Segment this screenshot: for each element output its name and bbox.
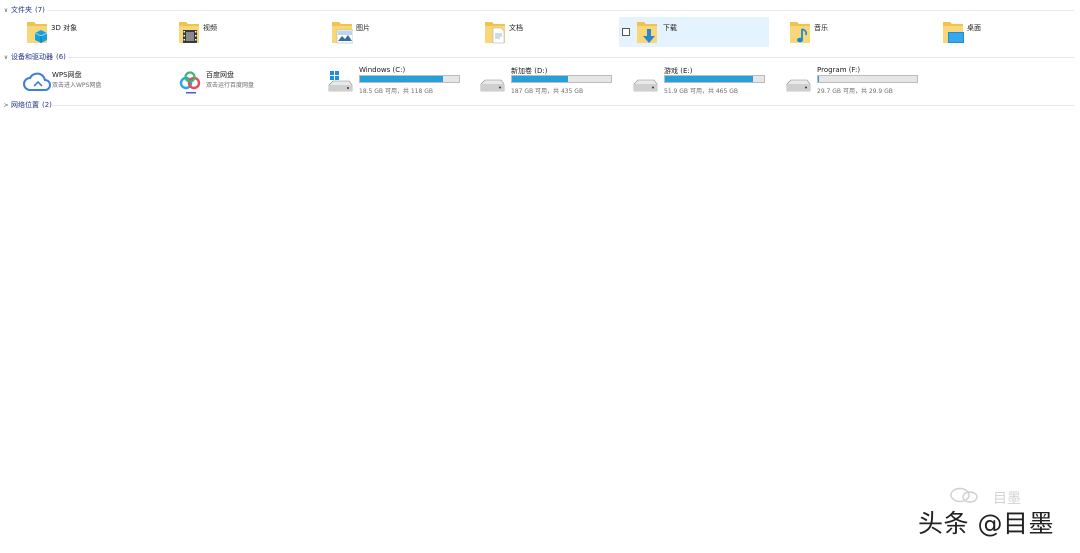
drive-usage-bar [817,75,918,83]
group-count: (7) [35,6,45,14]
group-header-network[interactable]: > 网络位置 (2) [2,99,52,111]
drive-name: Program (F:) [817,66,861,74]
folder-item-downloads[interactable]: 下载 [619,17,769,47]
group-divider [52,105,1074,106]
folder-item-3d-objects[interactable]: 3D 对象 [16,17,166,47]
group-label: 设备和驱动器 [11,53,53,61]
hard-drive-icon [633,79,658,92]
chevron-down-icon: ∨ [3,6,9,14]
drive-usage-bar [511,75,612,83]
windows-drive-icon [328,71,353,92]
pictures-folder-icon [332,22,353,44]
drive-free-space: 18.5 GB 可用，共 118 GB [359,88,433,95]
folder-item-desktop[interactable]: 桌面 [932,17,1080,47]
watermark-text: 头条 @目墨 [918,509,1054,538]
folder-label: 文档 [509,24,523,32]
downloads-folder-icon [637,22,657,43]
hard-drive-icon [786,79,811,92]
music-folder-icon [790,22,810,43]
videos-folder-icon [179,22,199,43]
folder-label: 音乐 [814,24,828,32]
hard-drive-icon [480,79,505,92]
group-count: (2) [42,101,52,109]
net-item-desc: 双击进入WPS网盘 [52,82,102,89]
group-header-folders[interactable]: ∨ 文件夹 (7) [2,4,45,16]
folder-label: 下载 [663,24,677,32]
folder-item-documents[interactable]: 文档 [474,17,624,47]
drive-usage-fill [665,76,754,82]
folder-item-pictures[interactable]: 图片 [321,17,471,47]
group-label: 网络位置 [11,101,39,109]
wechat-logo-icon [950,487,978,503]
drive-free-space: 51.9 GB 可用，共 465 GB [664,88,738,95]
watermark: 目墨 头条 @目墨 [918,487,1078,552]
drive-e[interactable]: 游戏 (E:) 51.9 GB 可用，共 465 GB [632,66,782,98]
chevron-down-icon: ∨ [3,53,9,61]
group-count: (6) [56,53,66,61]
drive-usage-bar [664,75,765,83]
group-divider [68,57,1074,58]
drive-usage-bar [359,75,460,83]
drive-d[interactable]: 新加卷 (D:) 187 GB 可用，共 435 GB [479,66,629,98]
folder-label: 3D 对象 [51,24,78,32]
selection-checkbox[interactable] [622,28,630,36]
drive-usage-fill [512,76,569,82]
wps-cloud-icon [23,72,51,91]
baidu-netdisk-icon [179,71,201,94]
chevron-right-icon: > [3,101,9,109]
drive-f[interactable]: Program (F:) 29.7 GB 可用，共 29.9 GB [785,66,935,98]
net-item-desc: 双击运行百度网盘 [206,82,255,89]
drive-free-space: 187 GB 可用，共 435 GB [511,88,584,95]
drive-c[interactable]: Windows (C:) 18.5 GB 可用，共 118 GB [327,66,477,98]
folder-item-videos[interactable]: 视频 [168,17,318,47]
group-header-devices[interactable]: ∨ 设备和驱动器 (6) [2,51,66,63]
drive-usage-fill [360,76,444,82]
desktop-folder-icon [943,22,964,43]
folder-label: 桌面 [967,24,981,32]
documents-folder-icon [485,22,505,44]
drive-usage-fill [818,76,819,82]
net-item-wps[interactable]: WPS网盘 双击进入WPS网盘 [20,66,170,96]
drive-name: Windows (C:) [359,66,406,74]
folder-label: 视频 [203,24,217,32]
net-item-name: WPS网盘 [52,71,82,79]
group-label: 文件夹 [11,6,32,14]
net-item-baidu[interactable]: 百度网盘 双击运行百度网盘 [174,66,324,96]
folder-label: 图片 [356,24,370,32]
3d-objects-folder-icon [27,22,48,43]
net-item-name: 百度网盘 [206,71,234,79]
drive-free-space: 29.7 GB 可用，共 29.9 GB [817,88,893,95]
group-divider [48,10,1074,11]
folder-item-music[interactable]: 音乐 [779,17,929,47]
